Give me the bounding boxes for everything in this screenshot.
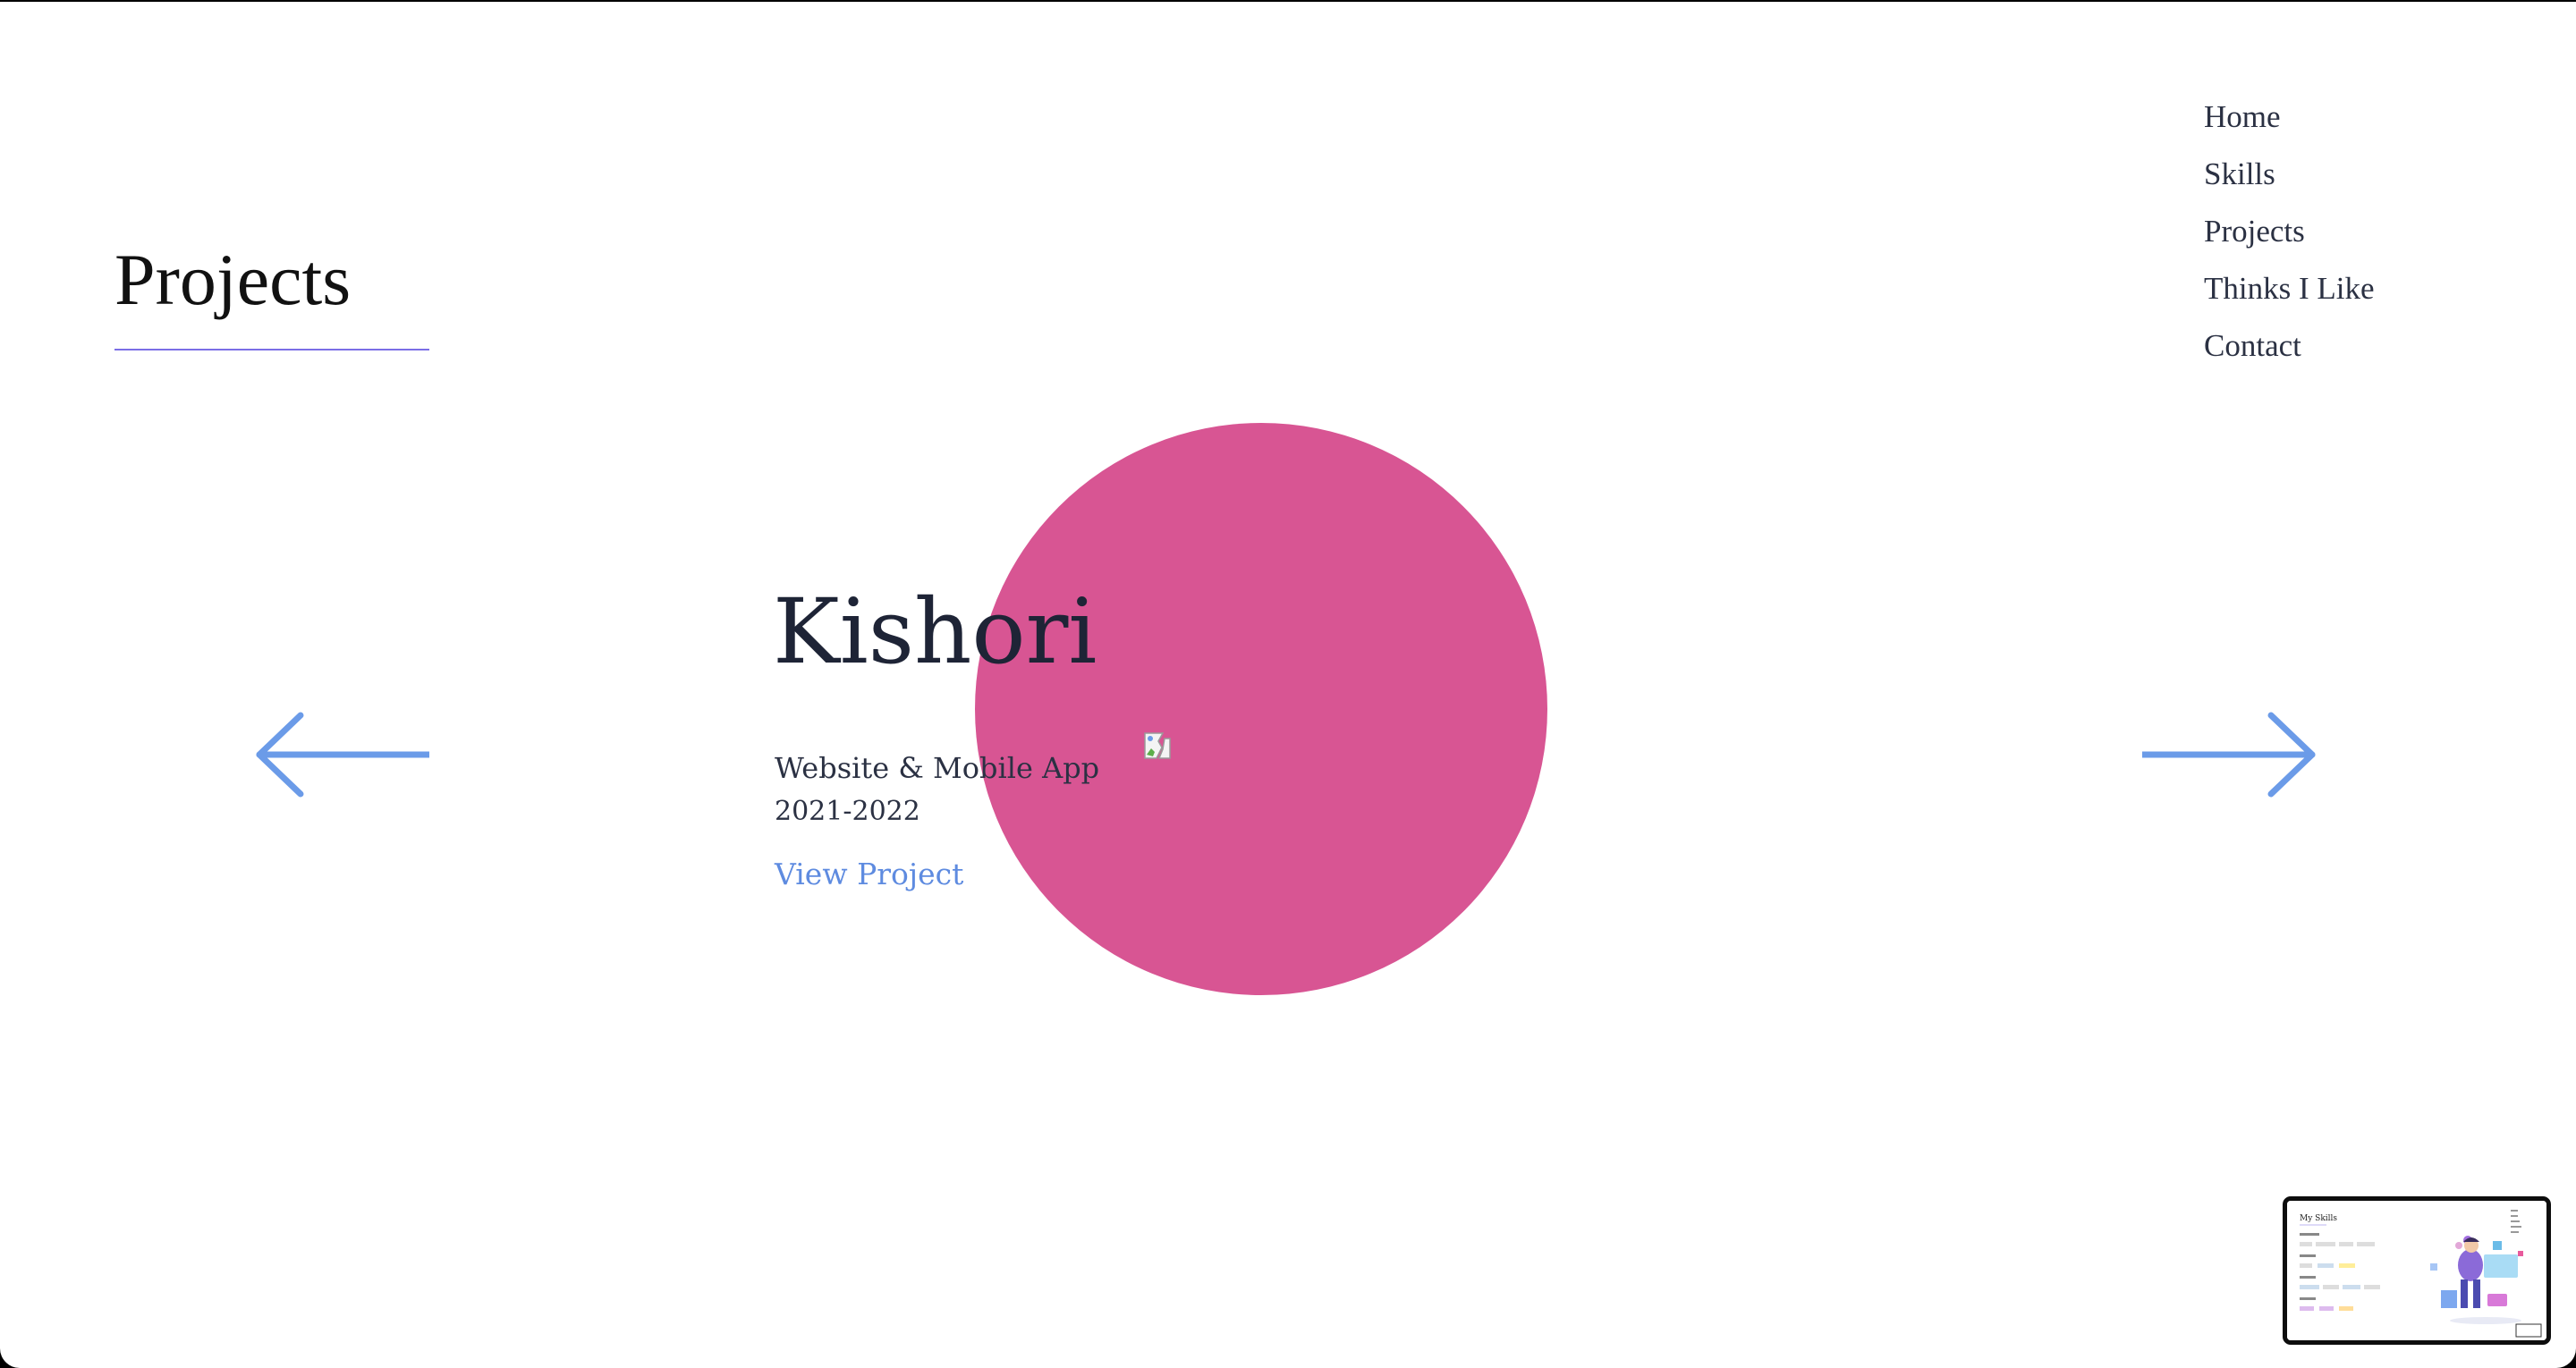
preview-image: My Skills (2287, 1201, 2546, 1340)
next-project-button[interactable] (2139, 708, 2321, 798)
project-type: Website & Mobile App (775, 751, 1100, 785)
page-preview-thumbnail[interactable]: My Skills (2283, 1196, 2551, 1345)
project-years: 2021-2022 (775, 796, 920, 827)
nav-link-thinks-i-like[interactable]: Thinks I Like (2204, 271, 2375, 306)
nav-link-projects[interactable]: Projects (2204, 214, 2305, 249)
nav-item-home: Home (2204, 96, 2375, 153)
project-image (1143, 731, 1172, 760)
project-name: Kishori (773, 579, 1097, 684)
nav-link-contact[interactable]: Contact (2204, 328, 2301, 363)
nav-item-projects: Projects (2204, 210, 2375, 267)
nav-link-skills[interactable]: Skills (2204, 156, 2275, 191)
view-project-link[interactable]: View Project (775, 857, 963, 891)
nav-item-contact: Contact (2204, 325, 2375, 382)
page: Projects Home Skills Projects Thinks I L… (0, 2, 2576, 1368)
nav-link-home[interactable]: Home (2204, 99, 2281, 134)
arrow-left-icon (256, 712, 433, 798)
broken-image-icon (1144, 732, 1171, 759)
previous-project-button[interactable] (250, 708, 433, 798)
nav-item-thinks-i-like: Thinks I Like (2204, 267, 2375, 325)
project-image-circle (975, 423, 1547, 995)
nav-item-skills: Skills (2204, 153, 2375, 210)
section-title-underline (114, 349, 429, 350)
main-nav: Home Skills Projects Thinks I Like Conta… (2204, 96, 2375, 382)
section-title: Projects (114, 239, 352, 320)
arrow-right-icon (2139, 712, 2316, 798)
preview-title: My Skills (2300, 1214, 2337, 1223)
